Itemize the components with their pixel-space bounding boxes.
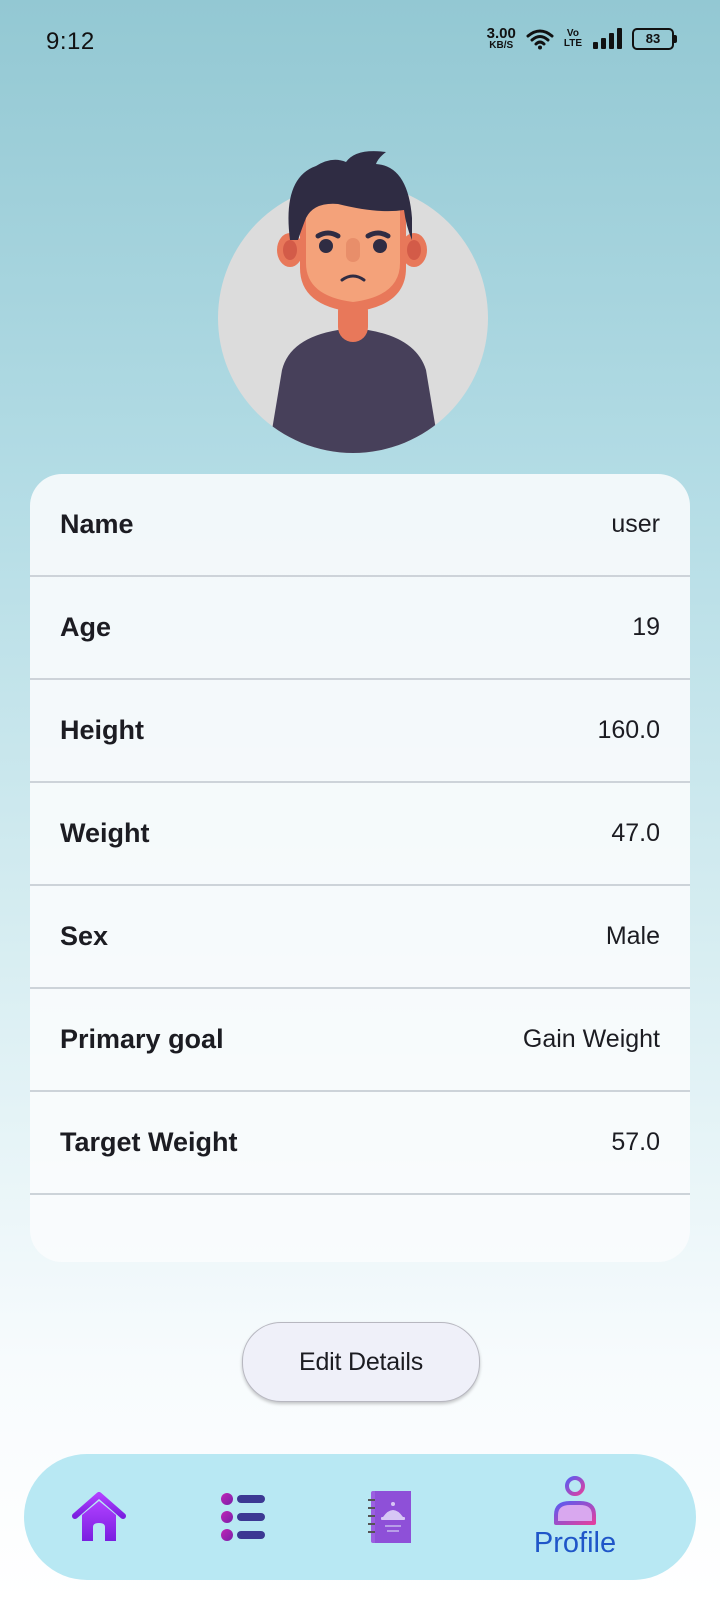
avatar — [218, 151, 488, 453]
nav-home[interactable] — [62, 1454, 136, 1580]
row-label: Target Weight — [60, 1127, 238, 1157]
profile-row-primary-goal: Primary goal Gain Weight — [30, 989, 690, 1092]
row-value: 160.0 — [597, 716, 660, 744]
profile-row-sex: Sex Male — [30, 886, 690, 989]
row-label: Height — [60, 715, 144, 745]
edit-details-button[interactable]: Edit Details — [242, 1322, 480, 1402]
recipe-book-icon — [368, 1491, 411, 1543]
battery-level: 83 — [645, 31, 661, 46]
row-label: Primary goal — [60, 1024, 224, 1054]
profile-row-weight: Weight 47.0 — [30, 783, 690, 886]
nav-recipe-book[interactable] — [352, 1454, 426, 1580]
volte-bottom: LTE — [563, 37, 582, 49]
row-value: 19 — [632, 613, 660, 641]
profile-row-height: Height 160.0 — [30, 680, 690, 783]
row-label: Age — [60, 612, 112, 642]
profile-row-target-weight: Target Weight 57.0 — [30, 1092, 690, 1195]
status-bar: 9:12 3.00 KB/S Vo LTE 83 — [0, 0, 720, 84]
network-speed: 3.00 KB/S — [487, 26, 516, 51]
network-speed-unit: KB/S — [489, 40, 514, 51]
nav-profile-label: Profile — [533, 1526, 617, 1559]
profile-icon — [554, 1475, 596, 1525]
home-icon — [72, 1492, 126, 1541]
row-label: Sex — [60, 921, 109, 951]
profile-details-card: Name user Age 19 Height 160.0 Weight 47.… — [30, 474, 690, 1262]
battery-indicator: 83 — [632, 27, 677, 50]
row-value: 47.0 — [611, 819, 660, 847]
row-value: Gain Weight — [522, 1025, 660, 1053]
list-icon — [221, 1493, 265, 1541]
row-value: Male — [605, 922, 660, 950]
profile-row-name: Name user — [30, 474, 690, 577]
signal-icon — [593, 27, 622, 49]
network-speed-value: 3.00 — [486, 25, 516, 42]
nav-list[interactable] — [206, 1454, 280, 1580]
wifi-icon — [526, 29, 554, 49]
row-value: user — [611, 510, 660, 538]
bottom-navigation: Profile — [24, 1454, 696, 1580]
status-time: 9:12 — [46, 28, 95, 55]
profile-row-age: Age 19 — [30, 577, 690, 680]
row-label: Name — [60, 509, 134, 539]
row-value: 57.0 — [611, 1128, 660, 1156]
volte-indicator: Vo LTE — [563, 27, 582, 49]
row-label: Weight — [60, 818, 150, 848]
nav-profile[interactable]: Profile — [520, 1454, 630, 1580]
volte-top: Vo — [566, 27, 579, 39]
status-icons: 3.00 KB/S Vo LTE 83 — [487, 26, 677, 51]
